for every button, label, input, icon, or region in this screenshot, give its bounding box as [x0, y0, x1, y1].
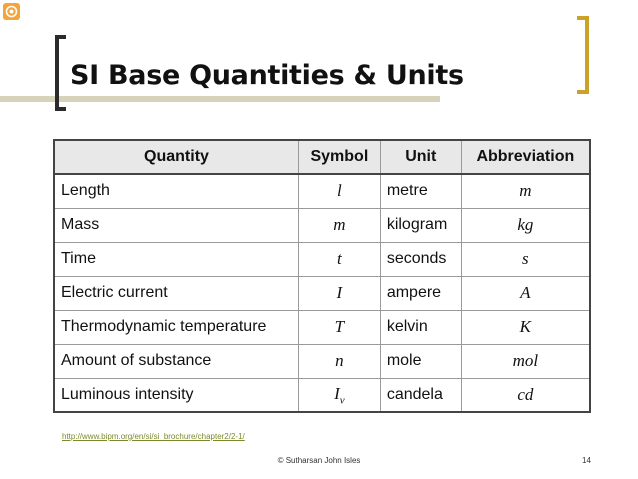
- symbol-cell: t: [297, 241, 381, 277]
- unit-cell: candela: [379, 377, 462, 413]
- table-row: Time t seconds s: [53, 241, 591, 277]
- table-row: Thermodynamic temperature T kelvin K: [53, 309, 591, 345]
- symbol-text: t: [337, 249, 342, 268]
- right-bracket-decoration: [577, 16, 589, 94]
- symbol-cell: Iv: [297, 377, 381, 413]
- quantity-cell: Length: [53, 173, 299, 209]
- abbreviation-cell: s: [460, 241, 591, 277]
- footer-author: © Sutharsan John Isles: [277, 456, 361, 465]
- symbol-text: l: [337, 181, 342, 201]
- symbol-text: n: [335, 351, 344, 370]
- title-underline-band: [0, 96, 440, 102]
- source-link[interactable]: http://www.bipm.org/en/si/si_brochure/ch…: [62, 432, 245, 441]
- symbol-cell: l: [297, 173, 381, 209]
- unit-cell: kelvin: [379, 309, 462, 345]
- unit-cell: ampere: [379, 275, 462, 311]
- quantity-cell: Time: [53, 241, 299, 277]
- left-bracket-decoration: [55, 35, 66, 111]
- header-abbreviation: Abbreviation: [460, 139, 591, 175]
- table-row: Luminous intensity Iv candela cd: [53, 377, 591, 413]
- table-row: Length l metre m: [53, 173, 591, 209]
- table-row: Mass m kilogram kg: [53, 207, 591, 243]
- slideshare-icon[interactable]: [3, 3, 20, 20]
- symbol-cell: T: [297, 309, 381, 345]
- page-number: 14: [582, 456, 591, 465]
- symbol-text: m: [333, 215, 346, 234]
- symbol-text: T: [334, 317, 345, 336]
- header-quantity: Quantity: [53, 139, 299, 175]
- abbreviation-cell: cd: [460, 377, 591, 413]
- si-units-table: Quantity Symbol Unit Abbreviation Length…: [53, 139, 591, 413]
- quantity-cell: Luminous intensity: [53, 377, 299, 413]
- table-header-row: Quantity Symbol Unit Abbreviation: [53, 139, 591, 175]
- symbol-cell: n: [297, 343, 381, 379]
- unit-cell: metre: [379, 173, 462, 209]
- slide-title: SI Base Quantities & Units: [70, 60, 464, 91]
- abbreviation-cell: K: [460, 309, 591, 345]
- abbreviation-cell: kg: [460, 207, 591, 243]
- quantity-cell: Mass: [53, 207, 299, 243]
- unit-cell: seconds: [379, 241, 462, 277]
- unit-cell: mole: [379, 343, 462, 379]
- header-unit: Unit: [379, 139, 462, 175]
- abbreviation-cell: m: [460, 173, 591, 209]
- header-symbol: Symbol: [297, 139, 381, 175]
- symbol-subscript: v: [339, 393, 345, 406]
- symbol-text: I: [336, 283, 343, 302]
- unit-cell: kilogram: [379, 207, 462, 243]
- quantity-cell: Amount of substance: [53, 343, 299, 379]
- abbreviation-cell: A: [460, 275, 591, 311]
- table-row: Amount of substance n mole mol: [53, 343, 591, 379]
- quantity-cell: Electric current: [53, 275, 299, 311]
- symbol-cell: m: [297, 207, 381, 243]
- symbol-cell: I: [297, 275, 381, 311]
- abbreviation-cell: mol: [460, 343, 591, 379]
- quantity-cell: Thermodynamic temperature: [53, 309, 299, 345]
- table-row: Electric current I ampere A: [53, 275, 591, 311]
